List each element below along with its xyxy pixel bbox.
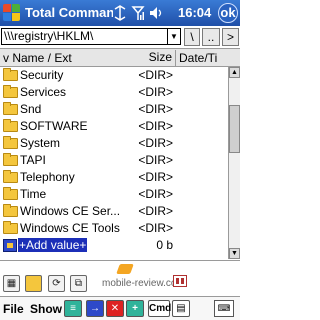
watermark-logo-icon bbox=[173, 275, 187, 287]
open-folder-icon[interactable] bbox=[25, 275, 42, 292]
list-header: v Name / Ext Size Date/Ti bbox=[0, 48, 240, 67]
folder-icon bbox=[3, 153, 18, 166]
add-value-icon bbox=[3, 239, 17, 252]
list-item[interactable]: Telephony <DIR> bbox=[0, 169, 228, 186]
path-bar: \\\registry\HKLM\ ▼ \ .. > bbox=[0, 27, 240, 47]
list-item[interactable]: Windows CE Tools <DIR> bbox=[0, 220, 228, 237]
list-item[interactable]: SOFTWARE <DIR> bbox=[0, 118, 228, 135]
status-icons bbox=[113, 4, 163, 22]
forward-button[interactable]: > bbox=[222, 28, 239, 46]
copy-icon[interactable]: ⧉ bbox=[70, 275, 87, 292]
list-item[interactable]: System <DIR> bbox=[0, 135, 228, 152]
item-size: 0 b bbox=[156, 238, 173, 252]
folder-icon bbox=[3, 221, 18, 234]
item-name: Security bbox=[20, 68, 64, 82]
new-file-icon[interactable]: + bbox=[126, 300, 144, 317]
folder-icon bbox=[3, 204, 18, 217]
item-name: Snd bbox=[20, 102, 42, 116]
list-item-selected[interactable]: +Add value+ 0 b bbox=[0, 237, 228, 254]
list-item[interactable]: Time <DIR> bbox=[0, 186, 228, 203]
chevron-down-icon[interactable]: ▼ bbox=[167, 29, 180, 44]
menu-bar: File Show ≡ → ✕ + Cmd ▤ ⌨ bbox=[0, 296, 240, 320]
clock[interactable]: 16:04 bbox=[178, 5, 211, 20]
keyboard-icon[interactable]: ⌨ bbox=[214, 300, 234, 317]
folder-icon bbox=[3, 85, 18, 98]
item-size: <DIR> bbox=[138, 221, 173, 235]
item-name: System bbox=[20, 136, 61, 150]
refresh-icon[interactable]: ⟳ bbox=[48, 275, 65, 292]
ok-button[interactable]: ok bbox=[218, 3, 238, 23]
root-button[interactable]: \ bbox=[184, 28, 200, 46]
item-name: Windows CE Ser... bbox=[20, 204, 121, 218]
folder-icon bbox=[3, 102, 18, 115]
sort-size-column[interactable]: Size bbox=[138, 50, 176, 66]
item-size: <DIR> bbox=[138, 170, 173, 184]
command-button[interactable]: Cmd bbox=[148, 300, 171, 317]
toolbar: ▦ ⟳ ⧉ mobile-review.com bbox=[0, 260, 240, 296]
folder-icon bbox=[3, 68, 18, 81]
parent-dir-button[interactable]: .. bbox=[202, 28, 220, 46]
item-size: <DIR> bbox=[138, 85, 173, 99]
folder-icon bbox=[3, 119, 18, 132]
scroll-up-icon[interactable]: ▲ bbox=[229, 67, 240, 78]
sort-date-column[interactable]: Date/Ti bbox=[179, 51, 228, 65]
menu-show[interactable]: Show bbox=[30, 302, 62, 316]
vertical-scrollbar[interactable]: ▲ ▼ bbox=[228, 67, 240, 259]
list-item[interactable]: Snd <DIR> bbox=[0, 101, 228, 118]
item-name: Windows CE Tools bbox=[20, 221, 120, 235]
list-item[interactable]: TAPI <DIR> bbox=[0, 152, 228, 169]
list-item[interactable]: Security <DIR> bbox=[0, 67, 228, 84]
item-name: +Add value+ bbox=[18, 238, 88, 252]
move-icon[interactable]: → bbox=[86, 300, 104, 317]
sdcard-icon[interactable]: ▦ bbox=[3, 275, 20, 292]
folder-icon bbox=[3, 136, 18, 149]
item-name: Services bbox=[20, 85, 67, 99]
compare-icon[interactable]: ≡ bbox=[64, 300, 82, 317]
sort-name-column[interactable]: v Name / Ext bbox=[3, 51, 72, 65]
title-bar: Total Comman 16:04 ok bbox=[0, 0, 240, 26]
menu-file[interactable]: File bbox=[3, 302, 24, 316]
item-name: SOFTWARE bbox=[20, 119, 88, 133]
folder-icon bbox=[3, 170, 18, 183]
file-list: Security <DIR> Services <DIR> Snd <DIR> … bbox=[0, 67, 228, 259]
scroll-down-icon[interactable]: ▼ bbox=[229, 248, 240, 259]
item-size: <DIR> bbox=[138, 187, 173, 201]
item-name: TAPI bbox=[20, 153, 46, 167]
item-size: <DIR> bbox=[138, 102, 173, 116]
speaker-icon[interactable] bbox=[149, 5, 163, 21]
folder-icon bbox=[3, 187, 18, 200]
signal-icon[interactable] bbox=[131, 5, 145, 21]
start-menu-icon[interactable] bbox=[3, 4, 21, 22]
properties-icon[interactable]: ▤ bbox=[172, 300, 190, 317]
scroll-thumb[interactable] bbox=[229, 105, 240, 153]
item-name: Telephony bbox=[20, 170, 75, 184]
item-name: Time bbox=[20, 187, 47, 201]
item-size: <DIR> bbox=[138, 119, 173, 133]
item-size: <DIR> bbox=[138, 204, 173, 218]
item-size: <DIR> bbox=[138, 136, 173, 150]
delete-icon[interactable]: ✕ bbox=[106, 300, 124, 317]
item-size: <DIR> bbox=[138, 153, 173, 167]
path-input[interactable]: \\\registry\HKLM\ bbox=[1, 28, 181, 45]
watermark-arrow-icon bbox=[116, 264, 134, 274]
item-size: <DIR> bbox=[138, 68, 173, 82]
list-item[interactable]: Services <DIR> bbox=[0, 84, 228, 101]
app-title: Total Comman bbox=[25, 5, 113, 20]
list-item[interactable]: Windows CE Ser... <DIR> bbox=[0, 203, 228, 220]
connectivity-icon[interactable] bbox=[113, 5, 127, 21]
